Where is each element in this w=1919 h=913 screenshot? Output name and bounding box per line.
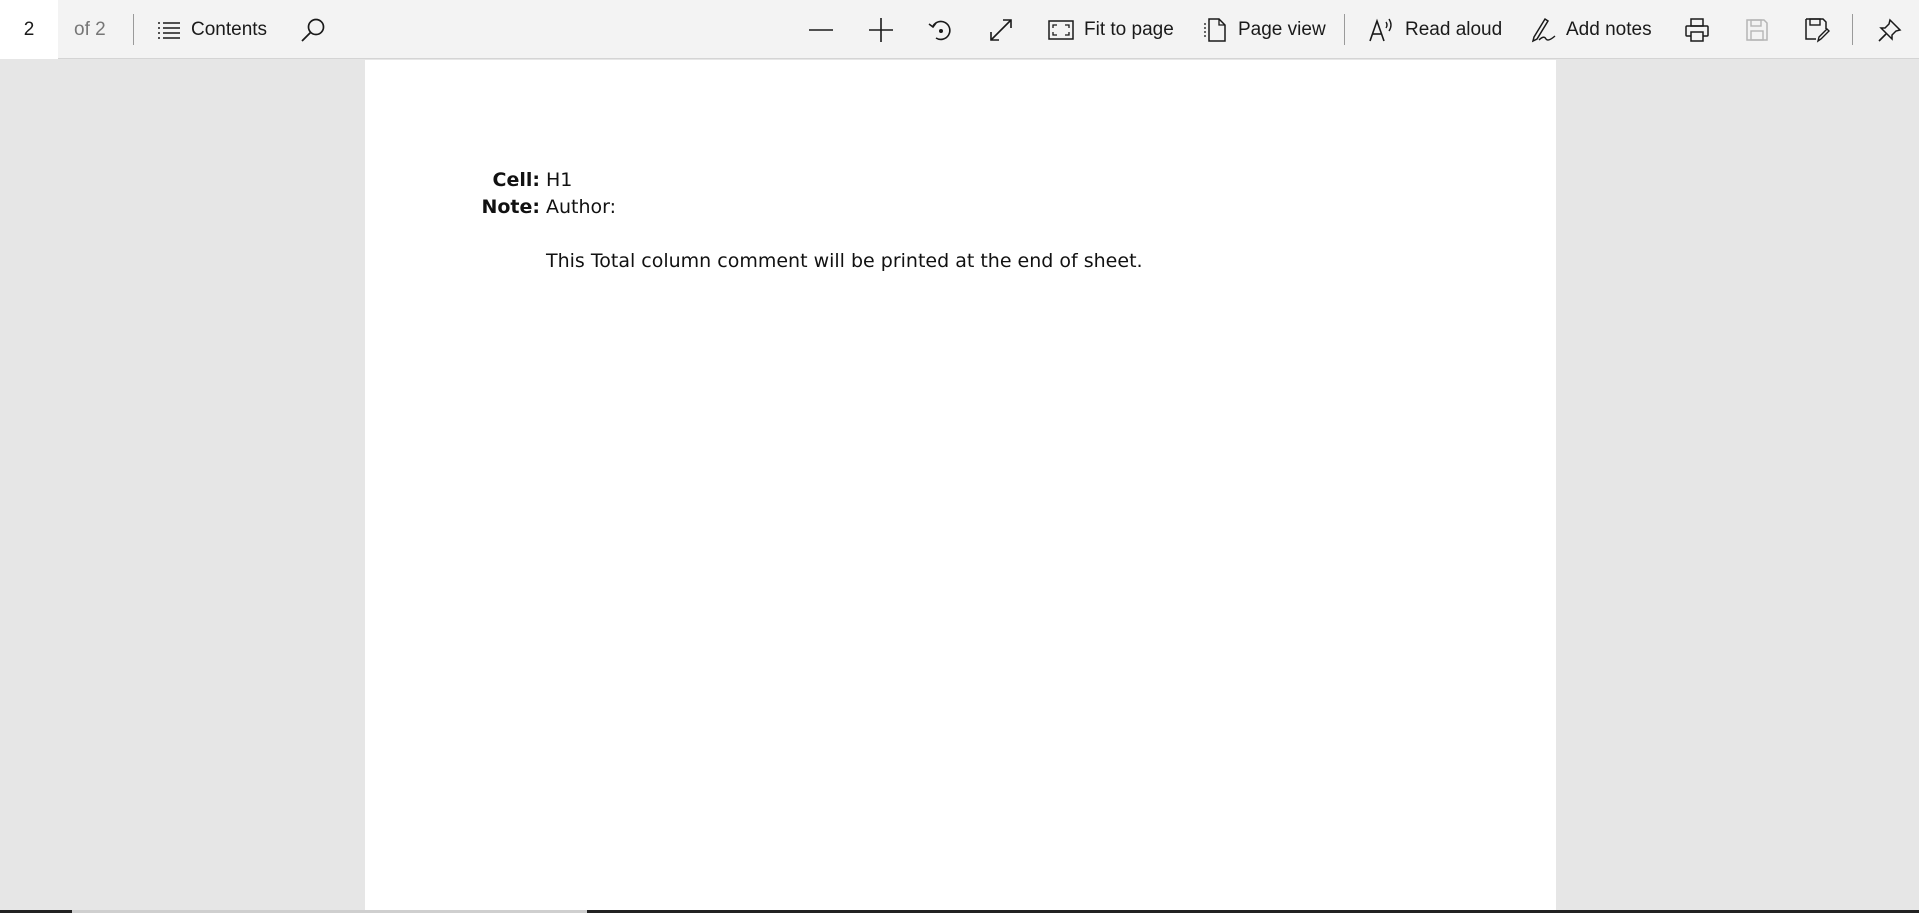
cell-value: H1 [546, 169, 573, 191]
fit-to-page-icon [1048, 19, 1074, 41]
zoom-out-button[interactable] [806, 0, 836, 59]
toolbar-divider [1344, 14, 1345, 45]
fit-to-page-button[interactable]: Fit to page [1048, 0, 1174, 59]
page-view-icon [1204, 17, 1228, 42]
print-icon [1684, 17, 1710, 43]
note-text: This Total column comment will be printe… [546, 250, 1143, 272]
fullscreen-button[interactable] [986, 0, 1016, 59]
toolbar-divider [133, 14, 134, 45]
print-button[interactable] [1683, 0, 1711, 59]
add-notes-label: Add notes [1566, 18, 1652, 40]
pin-icon [1877, 17, 1903, 43]
fullscreen-icon [988, 17, 1014, 43]
page-view-label: Page view [1238, 18, 1326, 40]
contents-label: Contents [191, 18, 268, 40]
zoom-in-button[interactable] [866, 0, 896, 59]
rotate-button[interactable] [926, 0, 956, 59]
contents-button[interactable]: Contents [157, 0, 267, 59]
save-as-button[interactable] [1803, 0, 1831, 59]
add-notes-button[interactable]: Add notes [1530, 0, 1652, 59]
page-count-label: of 2 [74, 19, 106, 40]
cell-label: Cell: [492, 169, 540, 191]
pdf-toolbar: of 2 Contents Fit to pag [0, 0, 1919, 59]
save-icon [1745, 18, 1769, 42]
zoom-in-icon [868, 17, 894, 43]
note-label: Note: [481, 196, 540, 218]
fit-to-page-label: Fit to page [1084, 18, 1174, 40]
rotate-icon [928, 17, 954, 43]
note-author: Author: [546, 196, 617, 218]
add-notes-icon [1530, 17, 1556, 43]
toolbar-divider [1852, 14, 1853, 45]
save-button[interactable] [1743, 0, 1771, 59]
save-as-icon [1804, 17, 1830, 43]
contents-icon [157, 20, 181, 40]
read-aloud-icon [1369, 18, 1395, 42]
page-number-input[interactable] [0, 0, 58, 59]
read-aloud-label: Read aloud [1405, 18, 1503, 40]
read-aloud-button[interactable]: Read aloud [1369, 0, 1502, 59]
search-button[interactable] [298, 0, 328, 59]
page-view-button[interactable]: Page view [1204, 0, 1326, 59]
pin-toolbar-button[interactable] [1876, 0, 1904, 59]
zoom-out-icon [808, 17, 834, 43]
search-icon [300, 17, 326, 43]
pdf-page: Cell: H1 Note: Author: This Total column… [365, 60, 1556, 913]
